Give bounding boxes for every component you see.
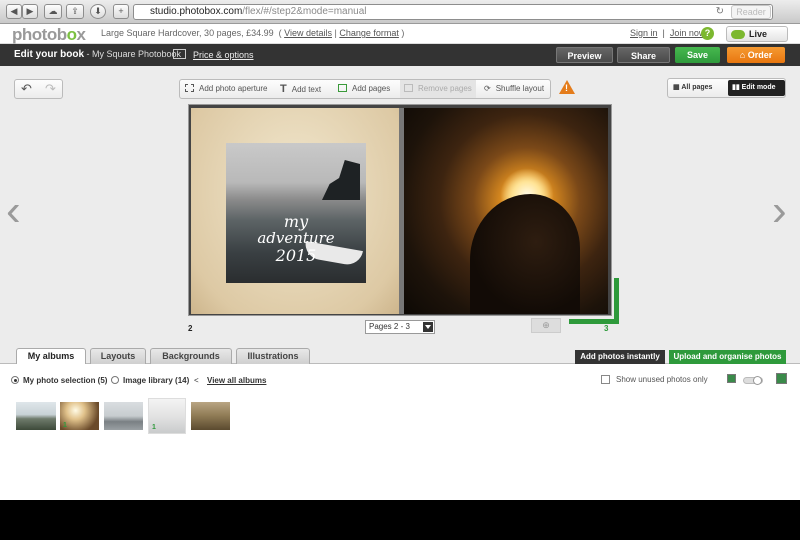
panel-tabs: My albums Layouts Backgrounds Illustrati…: [0, 346, 800, 365]
albums-panel: My photo selection (5) Image library (14…: [0, 364, 800, 500]
left-page-number: 2: [188, 324, 193, 333]
price-options-link[interactable]: Price & options: [173, 49, 254, 60]
forward-icon[interactable]: ▶: [22, 4, 38, 19]
order-button[interactable]: ⌂ Order: [727, 47, 785, 63]
tab-backgrounds[interactable]: Backgrounds: [150, 348, 232, 364]
radio-icon: [111, 376, 119, 384]
help-icon[interactable]: ?: [701, 27, 714, 40]
silhouette-shape: [470, 194, 580, 314]
left-page[interactable]: my adventure 2015: [191, 108, 399, 314]
upload-organise-button[interactable]: Upload and organise photos: [669, 350, 786, 364]
redo-icon[interactable]: ↷: [45, 81, 56, 97]
add-aperture-button[interactable]: Add photo aperture: [185, 80, 268, 98]
url-path: /flex/#/step2&mode=manual: [242, 6, 367, 17]
view-all-albums-link[interactable]: View all albums: [207, 376, 266, 385]
page-settings-icon[interactable]: ⊕: [531, 318, 561, 333]
book-open-icon: ▮▮: [732, 84, 742, 91]
book-icon: [173, 49, 186, 59]
tab-illustrations[interactable]: Illustrations: [236, 348, 310, 364]
change-format-link[interactable]: Change format: [339, 28, 399, 38]
browser-toolbar: ◀ ▶ ☁ ⇪ ⬇ + studio.photobox.com/flex/#/s…: [0, 0, 800, 24]
undo-redo-group: ↶ ↷: [14, 79, 63, 99]
add-page-icon: [338, 84, 347, 92]
preview-button[interactable]: Preview: [556, 47, 613, 63]
sign-in-link[interactable]: Sign in: [630, 28, 658, 38]
checkbox[interactable]: [601, 375, 610, 384]
tab-layouts[interactable]: Layouts: [90, 348, 146, 364]
product-info: Large Square Hardcover, 30 pages, £34.99…: [101, 28, 405, 38]
live-chat-button[interactable]: Live Chat: [726, 26, 788, 53]
show-unused-option[interactable]: Show unused photos only: [601, 375, 708, 384]
right-page-number: 3: [604, 324, 609, 333]
warning-icon[interactable]: !: [559, 80, 575, 94]
new-tab-icon[interactable]: +: [113, 4, 129, 19]
radio-selected-icon: [11, 376, 19, 384]
photo-aperture[interactable]: my adventure 2015: [226, 143, 366, 283]
prev-spread-icon[interactable]: ‹: [6, 189, 21, 233]
photobox-logo[interactable]: photobox: [12, 25, 86, 45]
cliff-shape: [322, 160, 360, 200]
account-links: Sign in | Join now: [630, 28, 706, 38]
address-bar[interactable]: studio.photobox.com/flex/#/step2&mode=ma…: [133, 4, 773, 20]
save-button[interactable]: Save: [675, 47, 720, 63]
editor-title: Edit your book - My Square Photobook: [14, 49, 182, 60]
download-icon[interactable]: ⬇: [90, 4, 106, 19]
photo-thumbnail[interactable]: [104, 402, 143, 430]
chat-icon: [731, 30, 745, 39]
reload-icon[interactable]: ↻: [716, 5, 724, 19]
editor-toolbar: Edit your book - My Square Photobook Pri…: [0, 44, 800, 66]
back-chevron-icon[interactable]: <: [194, 376, 199, 385]
add-text-button[interactable]: T Add text: [280, 80, 321, 98]
all-pages-button[interactable]: ▦ All pages: [669, 80, 726, 96]
large-thumb-icon[interactable]: [776, 373, 787, 384]
edit-tools-bar: Add photo aperture T Add text Add pages R…: [179, 79, 551, 99]
my-selection-option[interactable]: My photo selection (5): [11, 376, 107, 385]
undo-icon[interactable]: ↶: [21, 81, 32, 97]
slider-knob[interactable]: [753, 376, 762, 385]
photo-thumbnail[interactable]: 1: [60, 402, 99, 430]
add-pages-button[interactable]: Add pages: [338, 80, 390, 98]
small-thumb-icon[interactable]: [727, 374, 736, 383]
image-library-option[interactable]: Image library (14): [111, 376, 189, 385]
next-spread-icon[interactable]: ›: [772, 189, 787, 233]
edit-mode-button[interactable]: ▮▮ Edit mode: [728, 80, 785, 96]
photo-thumbnail[interactable]: [16, 402, 56, 430]
basket-icon: ⌂: [739, 50, 748, 60]
editor-workspace: ↶ ↷ Add photo aperture T Add text Add pag…: [0, 66, 800, 364]
tab-my-albums[interactable]: My albums: [16, 348, 86, 365]
photo-thumbnail[interactable]: [191, 402, 230, 430]
url-host: studio.photobox.com: [150, 6, 243, 17]
add-photos-instantly-button[interactable]: Add photos instantly: [575, 350, 665, 364]
cloud-icon[interactable]: ☁: [44, 4, 62, 19]
photo-thumbnail[interactable]: 1: [148, 398, 186, 434]
share-icon[interactable]: ⇪: [66, 4, 84, 19]
site-header: photobox Large Square Hardcover, 30 page…: [0, 24, 800, 53]
text-icon: T: [280, 83, 287, 95]
shuffle-icon: ⟳: [484, 84, 491, 93]
aperture-icon: [185, 84, 194, 92]
caption-text[interactable]: my adventure 2015: [226, 213, 366, 264]
share-button[interactable]: Share: [617, 47, 670, 63]
reader-button[interactable]: Reader: [731, 5, 771, 19]
book-spread[interactable]: my adventure 2015: [188, 104, 612, 316]
thumb-size-slider[interactable]: [743, 376, 763, 385]
shuffle-layout-button[interactable]: ⟳ Shuffle layout: [484, 80, 544, 98]
back-icon[interactable]: ◀: [6, 4, 22, 19]
view-details-link[interactable]: View details: [284, 28, 332, 38]
book-name: - My Square Photobook: [84, 49, 182, 59]
view-mode-toggle: ▦ All pages ▮▮ Edit mode: [667, 78, 786, 98]
remove-pages-button[interactable]: Remove pages: [400, 80, 476, 98]
page-selector[interactable]: Pages 2 - 3: [365, 320, 435, 334]
page-edge-marker: [569, 278, 619, 324]
chevron-down-icon: [423, 322, 433, 332]
remove-page-icon: [404, 84, 413, 92]
